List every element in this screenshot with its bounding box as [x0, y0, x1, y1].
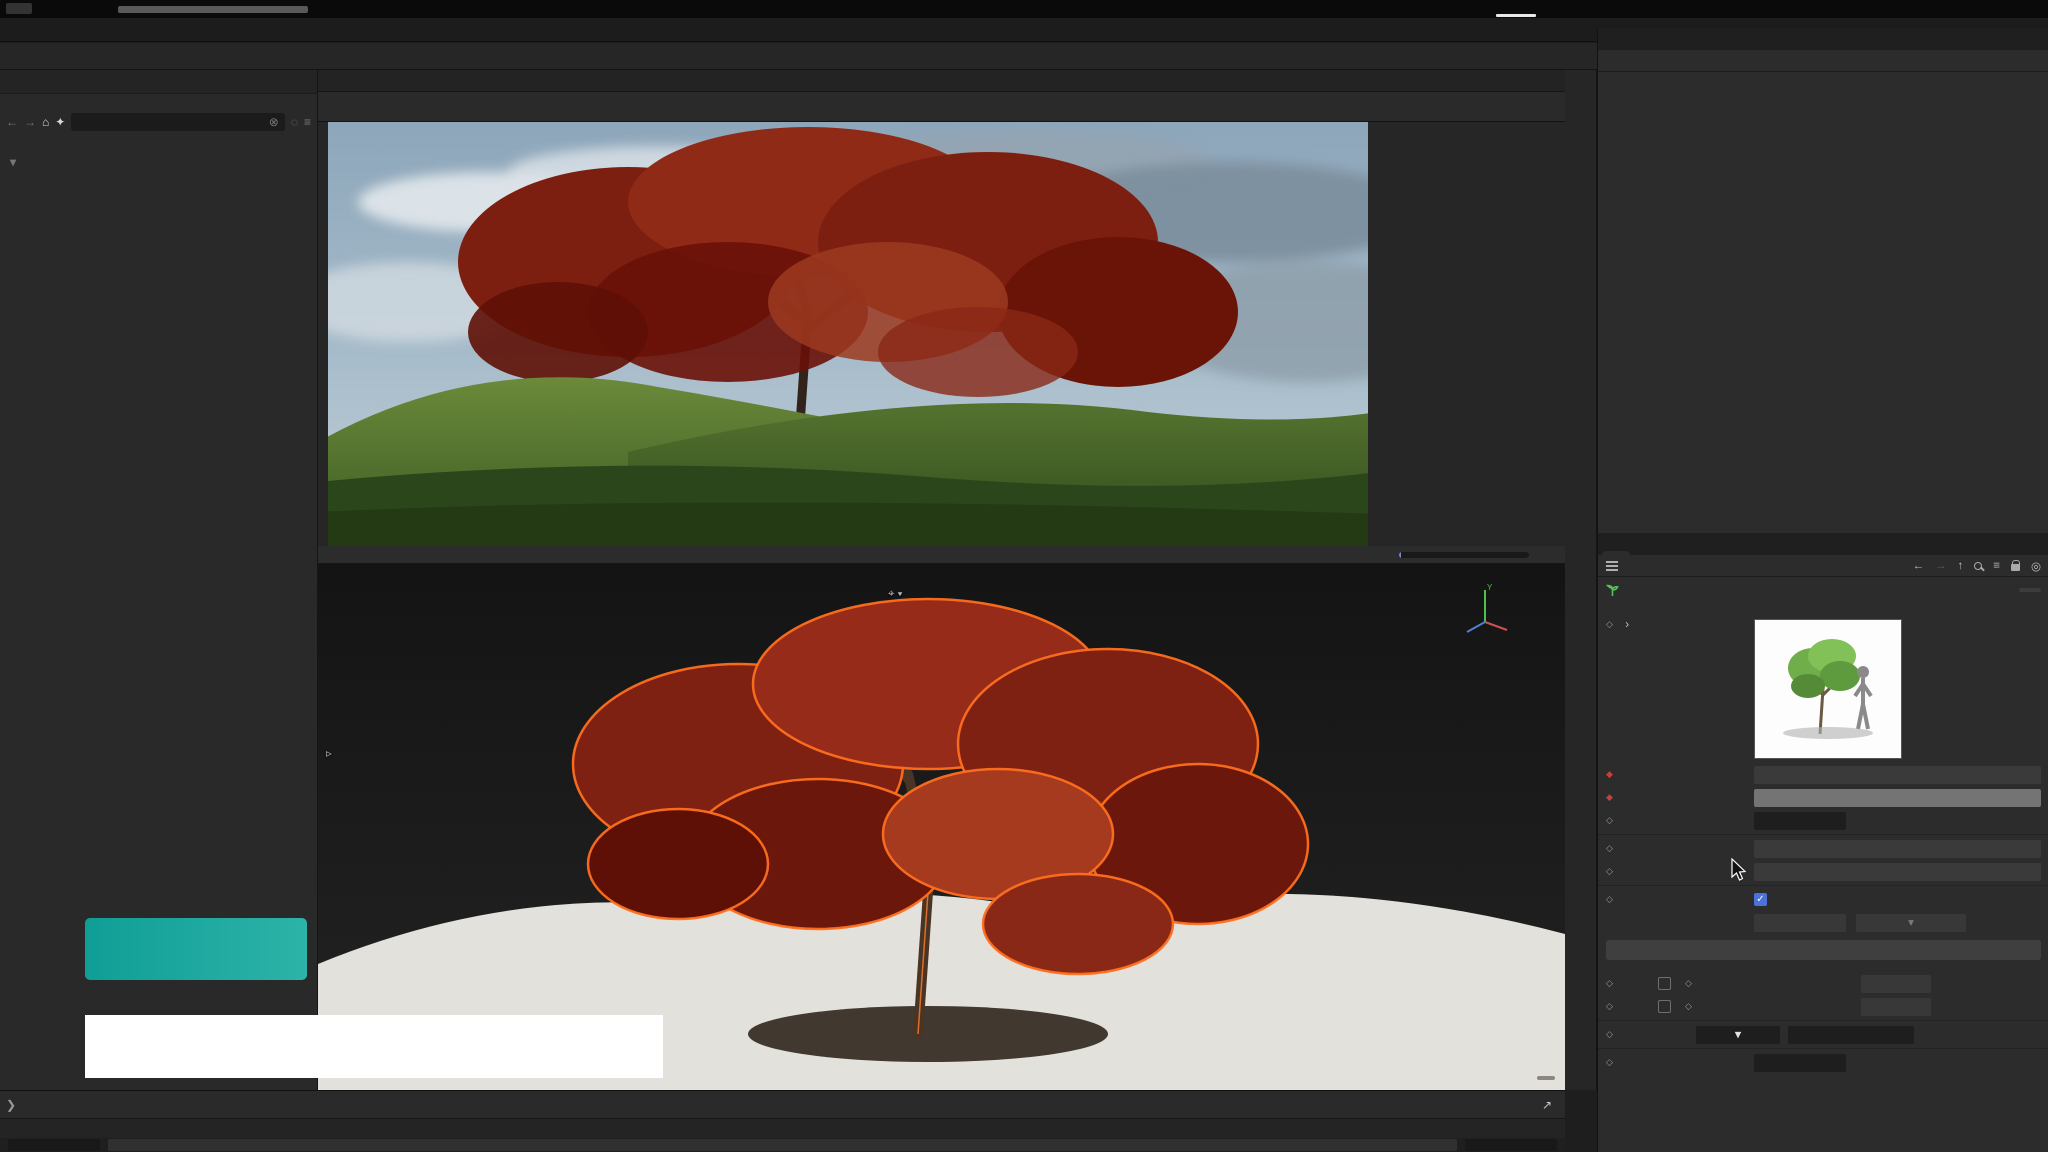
- progress-fill: [1399, 552, 1401, 558]
- use-max-branch-checkbox[interactable]: [1658, 1000, 1671, 1013]
- mouse-cursor: [1730, 858, 1748, 882]
- leaf-amount-field[interactable]: [1754, 1054, 1846, 1072]
- render-view-toolbar: [318, 92, 1565, 122]
- capsules-badge: [85, 918, 307, 980]
- forward-icon[interactable]: →: [24, 115, 36, 129]
- viewport-camera-label[interactable]: ⌖ ▾: [888, 588, 903, 601]
- object-manager-tabs: [1598, 28, 2048, 50]
- parent-up-icon[interactable]: ↑: [1957, 560, 1963, 572]
- render-mode-dropdown[interactable]: [1754, 840, 2041, 858]
- history-forward-icon[interactable]: →: [1935, 560, 1947, 572]
- history-back-icon[interactable]: ←: [1912, 560, 1924, 572]
- range-end-field[interactable]: [1465, 1139, 1557, 1151]
- asset-filter-row-2: [0, 100, 317, 106]
- center-viewport-column: ⌖ ▾ ▹ Y: [318, 70, 1565, 1090]
- custom-scale-unit-dropdown[interactable]: ▾: [1856, 914, 1966, 932]
- search-input[interactable]: ⊗: [71, 113, 285, 131]
- app-logo: [6, 3, 32, 14]
- tab-attributes[interactable]: [1602, 551, 1630, 555]
- progress-track: [1399, 552, 1529, 558]
- lock-icon[interactable]: [2011, 564, 2020, 571]
- use-document-scale-checkbox[interactable]: ✓: [1754, 893, 1767, 906]
- tab-layers[interactable]: [1632, 551, 1660, 555]
- object-tree: [1598, 72, 2048, 74]
- perspective-viewport[interactable]: ⌖ ▾ ▹ Y: [318, 564, 1565, 1090]
- progressive-rendering-bar: [318, 546, 1565, 564]
- min-branch-field[interactable]: [1861, 975, 1931, 993]
- tool-palette: [1565, 70, 1597, 1090]
- chevron-down-icon[interactable]: ▾: [10, 155, 16, 169]
- attributes-search-icon[interactable]: [1974, 562, 1982, 570]
- attributes-burger-icon[interactable]: [1606, 561, 1618, 571]
- custom-button[interactable]: [2019, 588, 2041, 592]
- asset-browser-menu: [0, 70, 317, 94]
- geometry-info-bar: [1606, 940, 2041, 960]
- window-title-text: [118, 6, 308, 13]
- use-min-branch-checkbox[interactable]: [1658, 977, 1671, 990]
- filter-icon[interactable]: ≡: [1993, 560, 2000, 572]
- home-icon[interactable]: ⌂: [42, 115, 49, 129]
- search-menu-icon[interactable]: ≡: [304, 115, 311, 129]
- subdivision-mode-dropdown[interactable]: ▾: [1696, 1026, 1780, 1044]
- window-title-bar: [0, 0, 2048, 18]
- model-dropdown[interactable]: [1754, 766, 2041, 784]
- subdivision-level-field[interactable]: [1788, 1026, 1914, 1044]
- render-view-gutter: [1368, 122, 1565, 546]
- clear-search-icon[interactable]: ⊗: [269, 115, 279, 129]
- range-start-field[interactable]: [8, 1139, 100, 1151]
- plant-field-label: ›: [1622, 619, 1754, 631]
- transport-bar: ❯ ↗: [0, 1090, 1565, 1118]
- object-manager-menu: [1598, 50, 2048, 72]
- timeline-options-icon[interactable]: ❯: [6, 1098, 16, 1112]
- attribute-tab-pills: [1598, 603, 2048, 611]
- asset-grid: [0, 175, 317, 179]
- plant-thumbnail[interactable]: [1754, 619, 1902, 759]
- leaf-density-field[interactable]: [1754, 812, 1846, 830]
- ai-sparkle-icon[interactable]: ✦: [55, 115, 65, 129]
- max-branch-field[interactable]: [1861, 998, 1931, 1016]
- sync-icon[interactable]: ◌: [291, 115, 298, 129]
- editor-mode-dropdown[interactable]: [1754, 863, 2041, 881]
- rendered-image: [328, 122, 1368, 546]
- back-icon[interactable]: ←: [6, 115, 18, 129]
- timeline-ruler[interactable]: [0, 1118, 1565, 1138]
- timeline-range-bar: [0, 1138, 1565, 1152]
- range-slider[interactable]: [108, 1139, 1457, 1151]
- fcurve-icon[interactable]: ↗: [1535, 1094, 1559, 1116]
- place-tool-label: ▹: [326, 746, 332, 760]
- grid-spacing-badge: [1537, 1076, 1555, 1080]
- right-panel-column: ← → ↑ ≡ ◎ ◇ ›: [1597, 28, 2048, 1152]
- svg-text:Y: Y: [1487, 583, 1493, 592]
- attributes-panel: ← → ↑ ≡ ◎ ◇ ›: [1598, 533, 2048, 1152]
- render-view-menu: [318, 70, 1565, 92]
- custom-scale-field[interactable]: [1754, 914, 1846, 932]
- video-title-overlay: [85, 1015, 663, 1078]
- active-layout-tab-indicator: [1496, 14, 1536, 17]
- axis-gizmo: Y: [1457, 582, 1513, 638]
- target-icon[interactable]: ◎: [2031, 559, 2041, 573]
- render-view-canvas: [318, 122, 1565, 546]
- season-dropdown[interactable]: [1754, 789, 2041, 807]
- plant-object-icon: [1606, 584, 1619, 597]
